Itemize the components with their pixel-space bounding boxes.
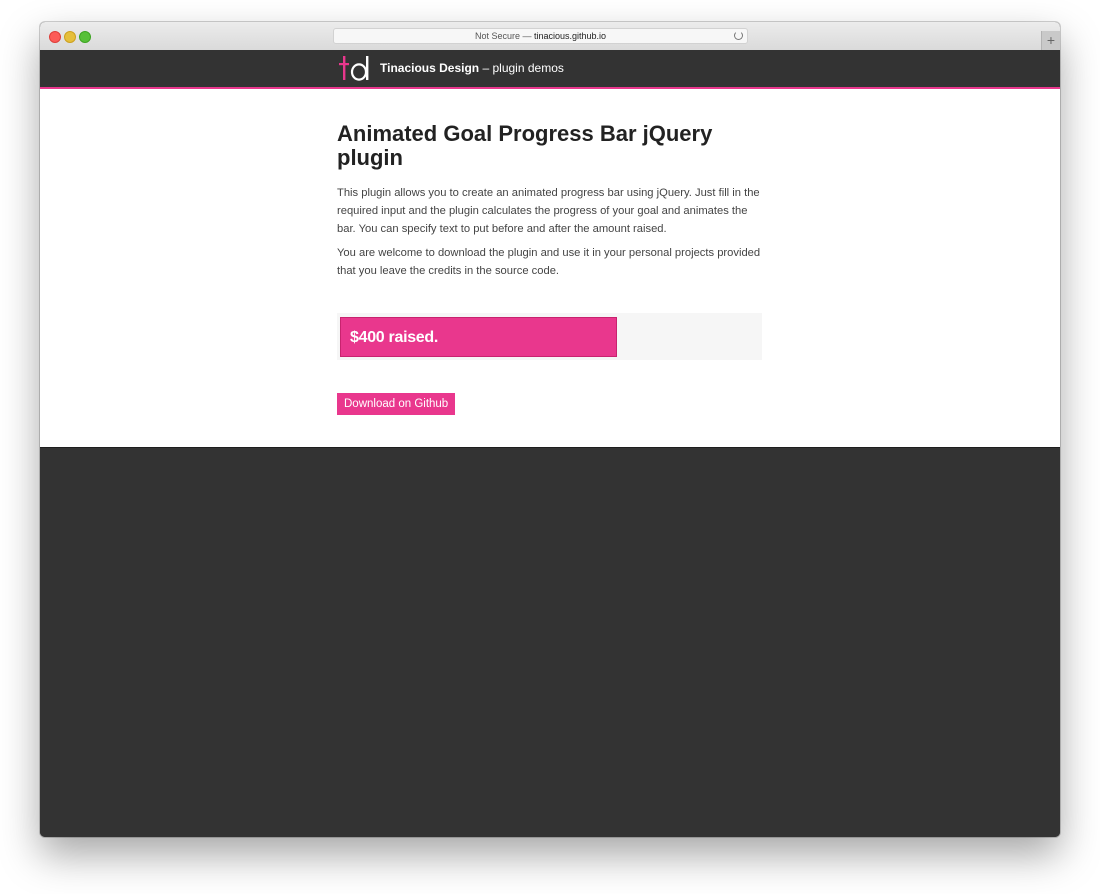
brand-name: Tinacious Design (380, 61, 480, 75)
site-header: Tinacious Design – plugin demos (40, 50, 1060, 89)
browser-window: Not Secure — tinacious.github.io + Tinac… (40, 22, 1060, 837)
browser-titlebar: Not Secure — tinacious.github.io + (40, 22, 1060, 51)
security-status: Not Secure — (474, 31, 534, 41)
page-title: Animated Goal Progress Bar jQuery plugin (337, 121, 713, 170)
new-tab-button[interactable]: + (1041, 31, 1060, 50)
address-bar[interactable]: Not Secure — tinacious.github.io (333, 28, 748, 44)
td-logo[interactable] (338, 54, 372, 82)
goal-progress-bar: $400 raised. (340, 317, 617, 357)
page-footer (40, 448, 1060, 837)
maximize-window-icon[interactable] (79, 31, 91, 43)
close-window-icon[interactable] (49, 31, 61, 43)
url-domain: tinacious.github.io (533, 31, 607, 41)
site-title[interactable]: Tinacious Design – plugin demos (380, 50, 564, 87)
intro-paragraph: This plugin allows you to create an anim… (337, 187, 760, 235)
progress-label: $400 raised. (350, 329, 439, 346)
content-column: Animated Goal Progress Bar jQuery plugin… (337, 89, 767, 415)
download-github-button[interactable]: Download on Github (337, 393, 456, 415)
site-subtitle: – plugin demos (479, 61, 564, 75)
reload-icon[interactable] (734, 31, 743, 40)
main-content: Animated Goal Progress Bar jQuery plugin… (40, 89, 1060, 448)
minimize-window-icon[interactable] (64, 31, 76, 43)
license-paragraph: You are welcome to download the plugin a… (337, 247, 761, 277)
goal-progress-track: $400 raised. (337, 313, 762, 360)
